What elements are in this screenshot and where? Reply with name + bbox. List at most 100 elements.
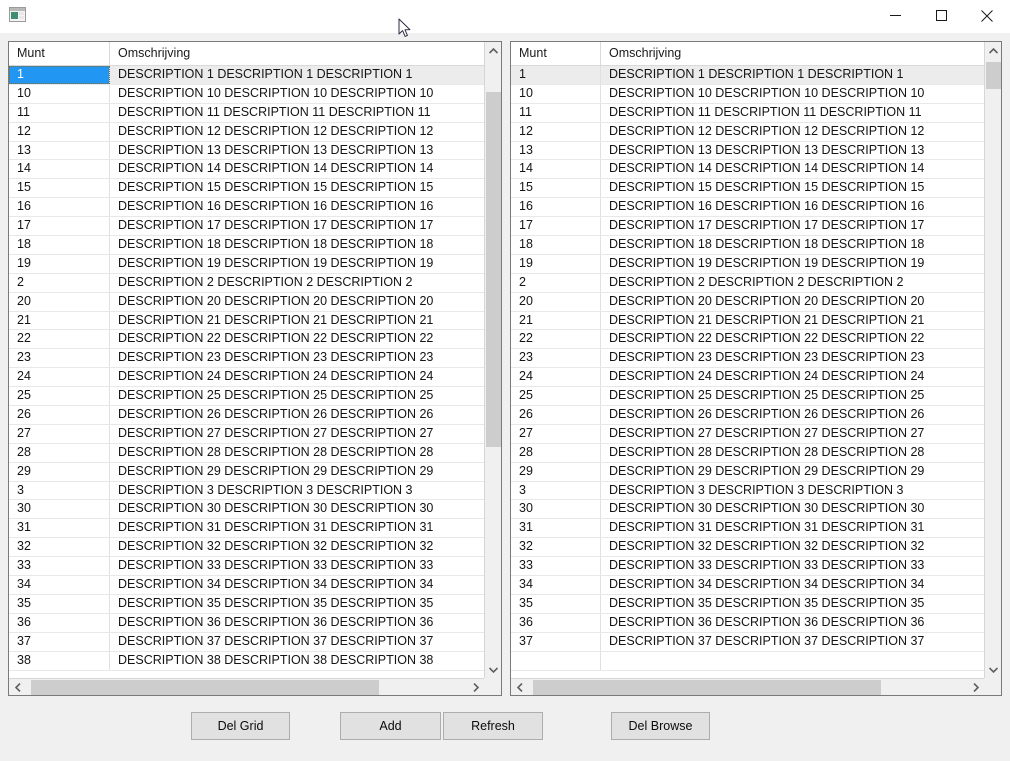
- cell-omschrijving[interactable]: DESCRIPTION 27 DESCRIPTION 27 DESCRIPTIO…: [601, 425, 984, 443]
- table-row[interactable]: 30 DESCRIPTION 30 DESCRIPTION 30 DESCRIPT…: [511, 500, 984, 520]
- cell-munt[interactable]: [511, 651, 601, 670]
- table-row[interactable]: 11 DESCRIPTION 11 DESCRIPTION 11 DESCRIPT…: [511, 103, 984, 123]
- cell-munt[interactable]: 13: [511, 141, 601, 160]
- cell-munt[interactable]: 16: [9, 198, 110, 217]
- refresh-button[interactable]: Refresh: [443, 712, 543, 740]
- cell-munt[interactable]: 31: [511, 519, 601, 538]
- cell-omschrijving[interactable]: DESCRIPTION 16 DESCRIPTION 16 DESCRIPTIO…: [110, 198, 484, 216]
- cell-munt[interactable]: 2: [9, 273, 110, 292]
- cell-omschrijving[interactable]: DESCRIPTION 3 DESCRIPTION 3 DESCRIPTION …: [110, 482, 484, 500]
- cell-omschrijving[interactable]: DESCRIPTION 25 DESCRIPTION 25 DESCRIPTIO…: [601, 387, 984, 405]
- cell-munt[interactable]: 19: [9, 254, 110, 273]
- cell-omschrijving[interactable]: DESCRIPTION 20 DESCRIPTION 20 DESCRIPTIO…: [601, 293, 984, 311]
- cell-munt[interactable]: 17: [511, 217, 601, 236]
- cell-omschrijving[interactable]: DESCRIPTION 37 DESCRIPTION 37 DESCRIPTIO…: [601, 633, 984, 651]
- cell-omschrijving[interactable]: DESCRIPTION 35 DESCRIPTION 35 DESCRIPTIO…: [601, 595, 984, 613]
- cell-omschrijving[interactable]: DESCRIPTION 26 DESCRIPTION 26 DESCRIPTIO…: [601, 406, 984, 424]
- cell-munt[interactable]: 1: [9, 66, 110, 84]
- grid-panel-column-header-munt[interactable]: Munt: [9, 42, 110, 65]
- cell-omschrijving[interactable]: DESCRIPTION 1 DESCRIPTION 1 DESCRIPTION …: [110, 66, 484, 84]
- cell-omschrijving[interactable]: DESCRIPTION 26 DESCRIPTION 26 DESCRIPTIO…: [110, 406, 484, 424]
- cell-omschrijving[interactable]: DESCRIPTION 13 DESCRIPTION 13 DESCRIPTIO…: [601, 142, 984, 160]
- cell-omschrijving[interactable]: DESCRIPTION 17 DESCRIPTION 17 DESCRIPTIO…: [110, 217, 484, 235]
- browse-panel-column-header-omschrijving[interactable]: Omschrijving: [601, 42, 984, 65]
- del-browse-button[interactable]: Del Browse: [611, 712, 710, 740]
- cell-munt[interactable]: 11: [9, 103, 110, 122]
- cell-omschrijving[interactable]: DESCRIPTION 18 DESCRIPTION 18 DESCRIPTIO…: [110, 236, 484, 254]
- cell-omschrijving[interactable]: DESCRIPTION 3 DESCRIPTION 3 DESCRIPTION …: [601, 482, 984, 500]
- table-row[interactable]: 2 DESCRIPTION 2 DESCRIPTION 2 DESCRIPTION…: [9, 273, 484, 293]
- table-row[interactable]: 37 DESCRIPTION 37 DESCRIPTION 37 DESCRIPT…: [9, 632, 484, 652]
- cell-munt[interactable]: 29: [9, 462, 110, 481]
- cell-omschrijving[interactable]: DESCRIPTION 30 DESCRIPTION 30 DESCRIPTIO…: [110, 500, 484, 518]
- cell-omschrijving[interactable]: DESCRIPTION 32 DESCRIPTION 32 DESCRIPTIO…: [601, 538, 984, 556]
- table-row[interactable]: 16 DESCRIPTION 16 DESCRIPTION 16 DESCRIPT…: [9, 198, 484, 218]
- cell-munt[interactable]: 36: [511, 613, 601, 632]
- cell-munt[interactable]: 3: [511, 481, 601, 500]
- table-row[interactable]: 20 DESCRIPTION 20 DESCRIPTION 20 DESCRIPT…: [511, 292, 984, 312]
- cell-munt[interactable]: 28: [9, 443, 110, 462]
- cell-omschrijving[interactable]: DESCRIPTION 14 DESCRIPTION 14 DESCRIPTIO…: [110, 160, 484, 178]
- cell-munt[interactable]: 21: [511, 311, 601, 330]
- grid-panel[interactable]: Munt Omschrijving 1 DESCRIPTION 1 DESCRIPT…: [8, 41, 502, 696]
- browse-panel-vertical-scrollbar[interactable]: [984, 42, 1001, 678]
- cell-munt[interactable]: 14: [511, 160, 601, 179]
- cell-munt[interactable]: 25: [511, 387, 601, 406]
- cell-munt[interactable]: 35: [511, 594, 601, 613]
- cell-omschrijving[interactable]: DESCRIPTION 35 DESCRIPTION 35 DESCRIPTIO…: [110, 595, 484, 613]
- table-row[interactable]: 16 DESCRIPTION 16 DESCRIPTION 16 DESCRIPT…: [511, 198, 984, 218]
- table-row[interactable]: 26 DESCRIPTION 26 DESCRIPTION 26 DESCRIPT…: [511, 406, 984, 425]
- grid-panel-hscroll-thumb[interactable]: [31, 680, 379, 695]
- table-row[interactable]: 13 DESCRIPTION 13 DESCRIPTION 13 DESCRIPT…: [511, 141, 984, 161]
- cell-omschrijving[interactable]: DESCRIPTION 36 DESCRIPTION 36 DESCRIPTIO…: [601, 614, 984, 632]
- cell-munt[interactable]: 24: [9, 368, 110, 387]
- cell-omschrijving[interactable]: DESCRIPTION 1 DESCRIPTION 1 DESCRIPTION …: [601, 66, 984, 84]
- table-row[interactable]: 20 DESCRIPTION 20 DESCRIPTION 20 DESCRIPT…: [9, 292, 484, 312]
- cell-munt[interactable]: 18: [511, 236, 601, 254]
- table-row[interactable]: [511, 651, 984, 671]
- grid-panel-column-header-omschrijving[interactable]: Omschrijving: [110, 42, 486, 65]
- cell-munt[interactable]: 33: [9, 557, 110, 576]
- table-row[interactable]: 3 DESCRIPTION 3 DESCRIPTION 3 DESCRIPTION…: [9, 481, 484, 501]
- cell-omschrijving[interactable]: DESCRIPTION 36 DESCRIPTION 36 DESCRIPTIO…: [110, 614, 484, 632]
- cell-munt[interactable]: 12: [511, 122, 601, 141]
- table-row[interactable]: 18 DESCRIPTION 18 DESCRIPTION 18 DESCRIPT…: [511, 236, 984, 255]
- cell-omschrijving[interactable]: DESCRIPTION 10 DESCRIPTION 10 DESCRIPTIO…: [110, 85, 484, 103]
- cell-munt[interactable]: 15: [9, 179, 110, 198]
- cell-omschrijving[interactable]: DESCRIPTION 21 DESCRIPTION 21 DESCRIPTIO…: [601, 312, 984, 330]
- cell-omschrijving[interactable]: DESCRIPTION 33 DESCRIPTION 33 DESCRIPTIO…: [601, 557, 984, 575]
- cell-munt[interactable]: 31: [9, 519, 110, 538]
- cell-munt[interactable]: 38: [9, 651, 110, 670]
- table-row[interactable]: 17 DESCRIPTION 17 DESCRIPTION 17 DESCRIPT…: [9, 217, 484, 237]
- browse-panel-scroll-up-button[interactable]: [985, 42, 1001, 59]
- cell-omschrijving[interactable]: DESCRIPTION 2 DESCRIPTION 2 DESCRIPTION …: [110, 274, 484, 292]
- cell-omschrijving[interactable]: DESCRIPTION 16 DESCRIPTION 16 DESCRIPTIO…: [601, 198, 984, 216]
- grid-panel-rows[interactable]: 1 DESCRIPTION 1 DESCRIPTION 1 DESCRIPTION…: [9, 66, 484, 678]
- cell-munt[interactable]: 26: [511, 406, 601, 424]
- cell-omschrijving[interactable]: DESCRIPTION 10 DESCRIPTION 10 DESCRIPTIO…: [601, 85, 984, 103]
- table-row[interactable]: 22 DESCRIPTION 22 DESCRIPTION 22 DESCRIPT…: [9, 330, 484, 350]
- table-row[interactable]: 28 DESCRIPTION 28 DESCRIPTION 28 DESCRIPT…: [9, 443, 484, 463]
- cell-omschrijving[interactable]: DESCRIPTION 18 DESCRIPTION 18 DESCRIPTIO…: [601, 236, 984, 254]
- table-row[interactable]: 11 DESCRIPTION 11 DESCRIPTION 11 DESCRIPT…: [9, 103, 484, 123]
- grid-panel-vscroll-thumb[interactable]: [486, 92, 501, 447]
- cell-munt[interactable]: 24: [511, 368, 601, 387]
- cell-omschrijving[interactable]: DESCRIPTION 28 DESCRIPTION 28 DESCRIPTIO…: [601, 444, 984, 462]
- cell-munt[interactable]: 23: [9, 349, 110, 368]
- table-row[interactable]: 10 DESCRIPTION 10 DESCRIPTION 10 DESCRIPT…: [9, 84, 484, 104]
- cell-munt[interactable]: 30: [9, 500, 110, 519]
- browse-panel-vscroll-thumb[interactable]: [986, 62, 1001, 89]
- cell-munt[interactable]: 32: [9, 538, 110, 557]
- table-row[interactable]: 29 DESCRIPTION 29 DESCRIPTION 29 DESCRIPT…: [9, 462, 484, 482]
- table-row[interactable]: 14 DESCRIPTION 14 DESCRIPTION 14 DESCRIPT…: [9, 160, 484, 180]
- cell-munt[interactable]: 18: [9, 236, 110, 254]
- grid-panel-scroll-down-button[interactable]: [485, 661, 501, 678]
- cell-munt[interactable]: 35: [9, 594, 110, 613]
- close-button[interactable]: [964, 0, 1010, 31]
- browse-panel[interactable]: Munt Omschrijving 1 DESCRIPTION 1 DESCRIPT…: [510, 41, 1002, 696]
- table-row[interactable]: 1 DESCRIPTION 1 DESCRIPTION 1 DESCRIPTION…: [511, 66, 984, 85]
- table-row[interactable]: 10 DESCRIPTION 10 DESCRIPTION 10 DESCRIPT…: [511, 84, 984, 104]
- table-row[interactable]: 19 DESCRIPTION 19 DESCRIPTION 19 DESCRIPT…: [511, 254, 984, 274]
- table-row[interactable]: 12 DESCRIPTION 12 DESCRIPTION 12 DESCRIPT…: [511, 122, 984, 142]
- cell-omschrijving[interactable]: DESCRIPTION 15 DESCRIPTION 15 DESCRIPTIO…: [110, 179, 484, 197]
